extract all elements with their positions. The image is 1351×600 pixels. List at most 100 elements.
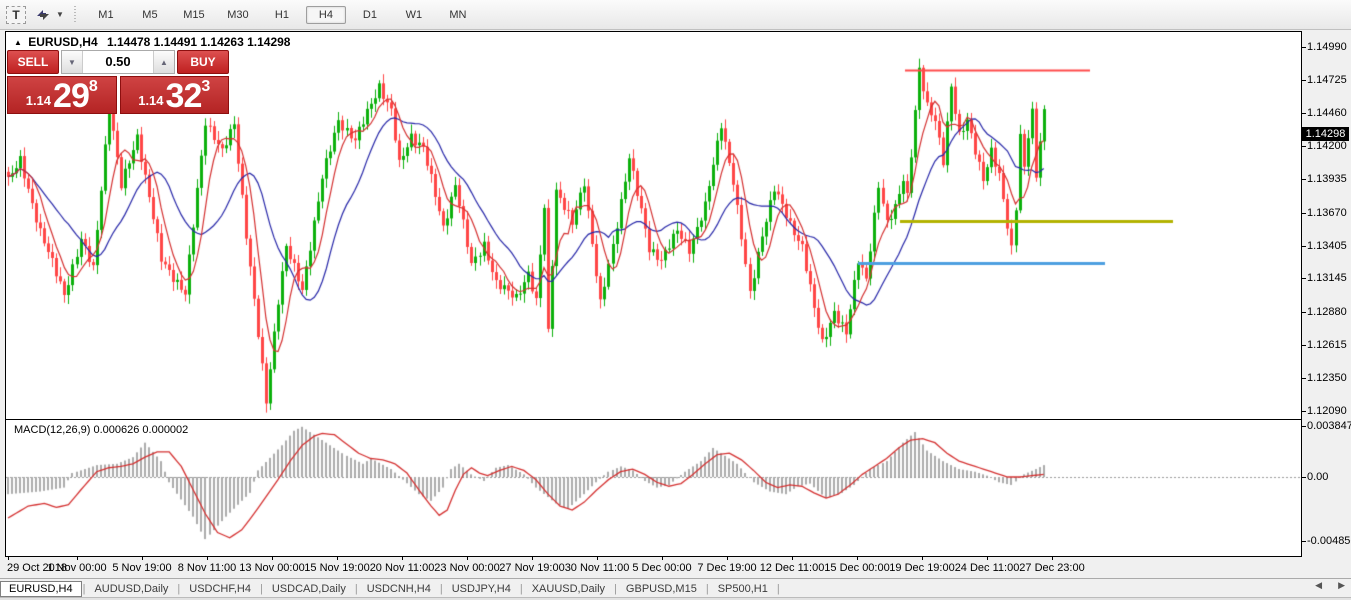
price-tick-label: 1.12615 [1307, 339, 1347, 351]
chart-ohlc-values: 1.14478 1.14491 1.14263 1.14298 [107, 35, 291, 49]
price-tick-label: 1.14460 [1307, 107, 1347, 119]
time-tick-mark [597, 557, 598, 560]
tab-scroll-right-icon[interactable]: ▶ [1338, 580, 1345, 591]
sell-price-prefix: 1.14 [26, 91, 51, 111]
price-tick-label: 1.13935 [1307, 173, 1347, 185]
price-tick-mark [1302, 47, 1306, 48]
timeframe-button-m5[interactable]: M5 [130, 6, 170, 24]
price-tick-mark [1302, 378, 1306, 379]
time-tick-label: 15 Dec 00:00 [824, 562, 889, 574]
tab-separator: | [614, 583, 617, 595]
timeframe-button-m1[interactable]: M1 [86, 6, 126, 24]
time-tick-mark [337, 557, 338, 560]
buy-price-display[interactable]: 1.14 32 3 [120, 76, 230, 114]
macd-tick-label: -0.004856 [1307, 535, 1351, 547]
time-tick-label: 23 Nov 00:00 [434, 562, 499, 574]
chart-tab-usdcad-daily[interactable]: USDCAD,Daily [264, 582, 354, 596]
time-tick-label: 19 Dec 19:00 [889, 562, 954, 574]
current-price-tag: 1.14298 [1302, 127, 1349, 141]
chart-title: ▲ EURUSD,H4 1.14478 1.14491 1.14263 1.14… [14, 35, 290, 49]
macd-tick-label: 0.00 [1307, 471, 1328, 483]
volume-decrease-button[interactable]: ▼ [62, 51, 83, 73]
time-tick-mark [142, 557, 143, 560]
volume-box: ▼ 0.50 ▲ [61, 50, 175, 74]
time-tick-mark [792, 557, 793, 560]
time-tick-mark [1052, 557, 1053, 560]
price-tick-label: 1.12090 [1307, 405, 1347, 417]
tab-scroll-left-icon[interactable]: ◀ [1315, 580, 1322, 591]
chart-symbol-label: EURUSD,H4 [28, 35, 97, 49]
chart-tab-gbpusd-m15[interactable]: GBPUSD,M15 [618, 582, 705, 596]
time-tick-label: 30 Nov 11:00 [565, 562, 630, 574]
price-tick-mark [1302, 312, 1306, 313]
macd-label: MACD(12,26,9) 0.000626 0.000002 [14, 424, 188, 436]
chart-tab-usdchf-h4[interactable]: USDCHF,H4 [181, 582, 259, 596]
macd-tick-label: 0.003847 [1307, 420, 1351, 432]
chart-tab-sp500-h1[interactable]: SP500,H1 [710, 582, 776, 596]
time-tick-mark [987, 557, 988, 560]
tab-scroll-buttons: ◀ ▶ [1315, 580, 1345, 591]
arrow-objects-icon[interactable] [32, 5, 54, 25]
volume-input[interactable]: 0.50 [83, 51, 153, 73]
timeframe-button-m30[interactable]: M30 [218, 6, 258, 24]
buy-price-pip: 3 [201, 79, 210, 95]
macd-canvas[interactable] [6, 420, 1301, 556]
timeframe-button-w1[interactable]: W1 [394, 6, 434, 24]
price-tick-mark [1302, 213, 1306, 214]
tab-separator: | [260, 583, 263, 595]
macd-indicator-panel: MACD(12,26,9) 0.000626 0.000002 [5, 419, 1302, 557]
chart-tab-eurusd-h4[interactable]: EURUSD,H4 [0, 581, 82, 597]
price-tick-mark [1302, 146, 1306, 147]
buy-button[interactable]: BUY [177, 50, 229, 74]
timeframe-button-mn[interactable]: MN [438, 6, 478, 24]
timeframe-button-d1[interactable]: D1 [350, 6, 390, 24]
price-tick-label: 1.14725 [1307, 74, 1347, 86]
time-tick-mark [207, 557, 208, 560]
time-tick-mark [402, 557, 403, 560]
sell-price-pip: 8 [89, 79, 98, 95]
time-tick-label: 27 Dec 23:00 [1019, 562, 1084, 574]
buy-price-prefix: 1.14 [138, 91, 163, 111]
chart-tab-bar: EURUSD,H4|AUDUSD,Daily|USDCHF,H4|USDCAD,… [0, 578, 1351, 598]
price-tick-label: 1.12350 [1307, 372, 1347, 384]
tab-separator: | [706, 583, 709, 595]
main-chart-panel: ▲ EURUSD,H4 1.14478 1.14491 1.14263 1.14… [5, 31, 1302, 420]
volume-increase-button[interactable]: ▲ [153, 51, 174, 73]
time-tick-label: 5 Dec 00:00 [632, 562, 691, 574]
tab-separator: | [83, 583, 86, 595]
top-toolbar: T ▼ M1M5M15M30H1H4D1W1MN [0, 0, 1351, 30]
time-tick-label: 13 Nov 00:00 [239, 562, 304, 574]
chart-tab-usdcnh-h4[interactable]: USDCNH,H4 [359, 582, 439, 596]
chart-tab-audusd-daily[interactable]: AUDUSD,Daily [86, 582, 176, 596]
text-label-tool-icon[interactable]: T [6, 6, 26, 24]
chart-tab-xauusd-daily[interactable]: XAUUSD,Daily [524, 582, 613, 596]
time-tick-mark [532, 557, 533, 560]
time-tick-mark [857, 557, 858, 560]
price-tick-label: 1.14200 [1307, 140, 1347, 152]
sell-button[interactable]: SELL [7, 50, 59, 74]
time-tick-mark [467, 557, 468, 560]
timeframe-button-h1[interactable]: H1 [262, 6, 302, 24]
price-tick-mark [1302, 345, 1306, 346]
chart-tab-usdjpy-h4[interactable]: USDJPY,H4 [444, 582, 519, 596]
timeframe-button-m15[interactable]: M15 [174, 6, 214, 24]
time-tick-mark [272, 557, 273, 560]
time-tick-label: 24 Dec 11:00 [955, 562, 1020, 574]
time-tick-mark [8, 557, 9, 560]
time-tick-mark [662, 557, 663, 560]
price-tick-label: 1.14990 [1307, 41, 1347, 53]
arrow-tool-dropdown-caret[interactable]: ▼ [56, 10, 64, 19]
timeframe-button-h4[interactable]: H4 [306, 6, 346, 24]
mt4-window: T ▼ M1M5M15M30H1H4D1W1MN ▲ EURUSD,H4 1.1… [0, 0, 1351, 600]
diagonal-arrows-glyph [35, 8, 51, 22]
price-tick-label: 1.13145 [1307, 272, 1347, 284]
macd-tick-mark [1302, 541, 1306, 542]
tab-separator: | [520, 583, 523, 595]
price-tick-mark [1302, 246, 1306, 247]
sell-price-display[interactable]: 1.14 29 8 [7, 76, 117, 114]
time-tick-label: 15 Nov 19:00 [304, 562, 369, 574]
macd-tick-mark [1302, 477, 1306, 478]
time-axis[interactable]: 29 Oct 20181 Nov 00:005 Nov 19:008 Nov 1… [5, 557, 1302, 577]
timeframe-bar: M1M5M15M30H1H4D1W1MN [84, 6, 480, 24]
symbol-marker-icon: ▲ [14, 38, 22, 47]
